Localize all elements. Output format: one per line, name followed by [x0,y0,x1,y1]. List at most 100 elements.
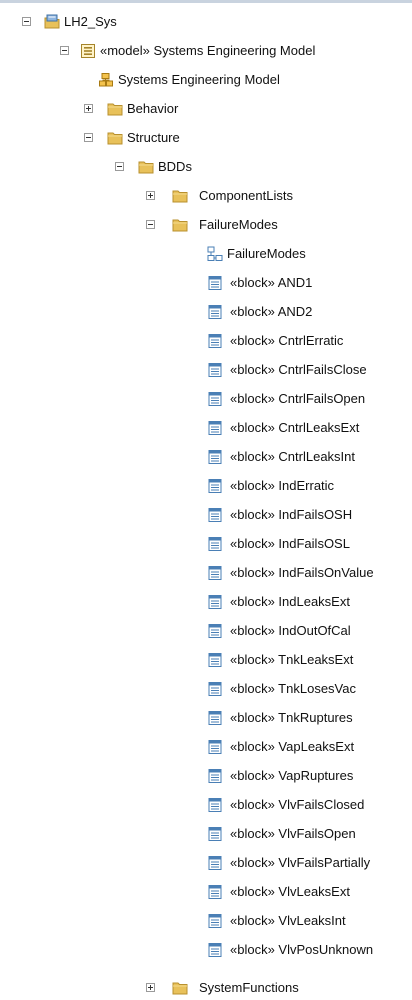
block-icon [207,507,223,523]
block-icon [207,333,223,349]
tree-node-block[interactable]: «block» AND1 [0,271,412,295]
block-icon [207,565,223,581]
tree-node-behavior[interactable]: Behavior [0,97,412,121]
folder-icon [172,217,188,233]
tree-node-label: Structure [127,130,180,145]
tree-node-label: «block» IndErratic [230,478,335,493]
tree-node-block[interactable]: «block» IndErratic [0,474,412,498]
collapse-toggle[interactable] [84,133,93,142]
tree-node-block[interactable]: «block» VlvLeaksExt [0,880,412,904]
tree-node-block[interactable]: «block» CntrlLeaksExt [0,416,412,440]
block-icon [207,768,223,784]
block-icon [207,275,223,291]
expand-toggle[interactable] [146,191,155,200]
block-icon [207,913,223,929]
block-icon [207,594,223,610]
tree-node-block[interactable]: «block» CntrlFailsOpen [0,387,412,411]
tree-node-label: «block» VlvLeaksInt [230,913,346,928]
tree-node-label: SystemFunctions [199,980,299,995]
block-icon [207,884,223,900]
tree-node-block[interactable]: «block» CntrlFailsClose [0,358,412,382]
tree-node-label: «block» TnkLeaksExt [230,652,354,667]
tree-node-label: «block» IndOutOfCal [230,623,351,638]
block-icon [207,449,223,465]
tree-node-block[interactable]: «block» VlvLeaksInt [0,909,412,933]
tree-node-block[interactable]: «block» VlvPosUnknown [0,938,412,962]
block-icon [207,739,223,755]
tree-node-label: «block» IndLeaksExt [230,594,350,609]
block-icon [207,478,223,494]
tree-node-failure-modes-diagram[interactable]: FailureModes [0,242,412,266]
tree-node-label: «block» TnkRuptures [230,710,353,725]
block-icon [207,826,223,842]
folder-icon [107,101,123,117]
tree-node-label: «block» CntrlLeaksExt [230,420,360,435]
block-icon [207,652,223,668]
tree-node-block[interactable]: «block» TnkRuptures [0,706,412,730]
block-icon [207,391,223,407]
tree-node-block[interactable]: «block» IndLeaksExt [0,590,412,614]
tree-node-label: «block» IndFailsOnValue [230,565,374,580]
tree-node-block[interactable]: «block» CntrlErratic [0,329,412,353]
tree-node-component-lists[interactable]: ComponentLists [0,184,412,208]
tree-node-label: «block» VlvLeaksExt [230,884,350,899]
tree-node-label: BDDs [158,159,192,174]
tree-node-block[interactable]: «block» VapRuptures [0,764,412,788]
block-icon [207,942,223,958]
block-icon [207,623,223,639]
tree-node-label: «block» CntrlFailsOpen [230,391,366,406]
package-root-icon [44,14,60,30]
tree-node-label: «block» CntrlErratic [230,333,344,348]
block-icon [207,855,223,871]
tree-node-block[interactable]: «block» CntrlLeaksInt [0,445,412,469]
tree-node-block[interactable]: «block» VapLeaksExt [0,735,412,759]
tree-node-block[interactable]: «block» IndFailsOnValue [0,561,412,585]
tree-node-block[interactable]: «block» VlvFailsOpen [0,822,412,846]
tree-node-label: «block» VlvFailsOpen [230,826,356,841]
tree-node-block[interactable]: «block» TnkLosesVac [0,677,412,701]
tree-node-block[interactable]: «block» IndFailsOSH [0,503,412,527]
tree-node-block[interactable]: «block» TnkLeaksExt [0,648,412,672]
tree-node-block[interactable]: «block» IndFailsOSL [0,532,412,556]
expand-toggle[interactable] [146,983,155,992]
tree-node-label: «block» VapRuptures [230,768,354,783]
tree-node-label: LH2_Sys [64,14,117,29]
tree-node-label: Behavior [127,101,179,116]
folder-icon [138,159,154,175]
tree-node-label: FailureModes [199,217,278,232]
tree-node-label: ComponentLists [199,188,293,203]
tree-node-label: FailureModes [227,246,306,261]
tree-node-label: «model» Systems Engineering Model [100,43,316,58]
expand-toggle[interactable] [84,104,93,113]
diagram-icon [207,246,223,262]
tree-node-label: «block» VlvFailsPartially [230,855,371,870]
tree-node-label: «block» IndFailsOSH [230,507,353,522]
tree-node-label: «block» CntrlFailsClose [230,362,367,377]
block-icon [207,681,223,697]
tree-node-model-element[interactable]: Systems Engineering Model [0,68,412,92]
collapse-toggle[interactable] [115,162,124,171]
model-element-icon [98,72,114,88]
tree-node-structure[interactable]: Structure [0,126,412,150]
tree-node-root[interactable]: LH2_Sys [0,10,412,34]
tree-node-failure-modes[interactable]: FailureModes [0,213,412,237]
block-icon [207,536,223,552]
tree-node-label: «block» AND2 [230,304,313,319]
collapse-toggle[interactable] [22,17,31,26]
tree-node-bdds[interactable]: BDDs [0,155,412,179]
model-icon [80,43,96,59]
tree-node-label: «block» AND1 [230,275,313,290]
block-icon [207,710,223,726]
tree-node-label: «block» IndFailsOSL [230,536,350,551]
tree-node-block[interactable]: «block» IndOutOfCal [0,619,412,643]
tree-node-block[interactable]: «block» VlvFailsPartially [0,851,412,875]
tree-node-model[interactable]: «model» Systems Engineering Model [0,39,412,63]
folder-icon [107,130,123,146]
top-border [0,0,412,3]
tree-node-block[interactable]: «block» VlvFailsClosed [0,793,412,817]
tree-node-block[interactable]: «block» AND2 [0,300,412,324]
collapse-toggle[interactable] [60,46,69,55]
tree-node-system-functions[interactable]: SystemFunctions [0,976,412,1000]
collapse-toggle[interactable] [146,220,155,229]
block-icon [207,304,223,320]
